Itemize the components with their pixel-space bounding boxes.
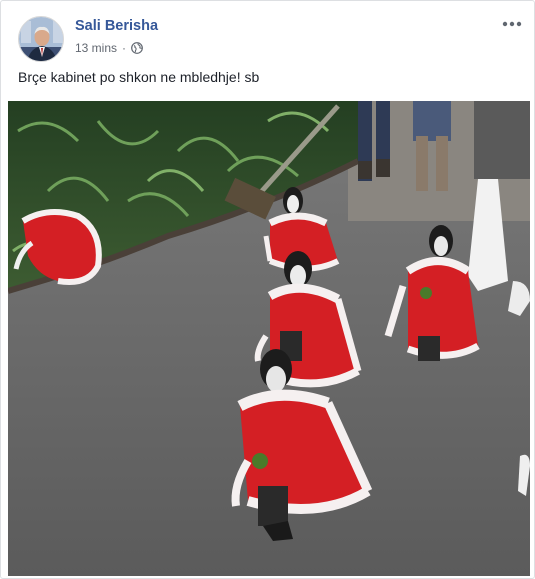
author-name[interactable]: Sali Berisha [75, 18, 158, 34]
post-text: Brçe kabinet po shkon ne mbledhje! sb [18, 69, 260, 85]
more-options-icon[interactable] [499, 15, 525, 33]
penguin-video-frame [8, 101, 530, 576]
meta-separator: · [122, 41, 127, 55]
globe-icon[interactable] [131, 42, 143, 54]
author-avatar[interactable] [18, 16, 64, 62]
post-timestamp[interactable]: 13 mins [75, 41, 117, 55]
post-meta: 13 mins · [75, 41, 143, 55]
post-card: Sali Berisha 13 mins · Brçe kabinet po s… [0, 0, 535, 579]
post-video[interactable] [8, 101, 530, 576]
